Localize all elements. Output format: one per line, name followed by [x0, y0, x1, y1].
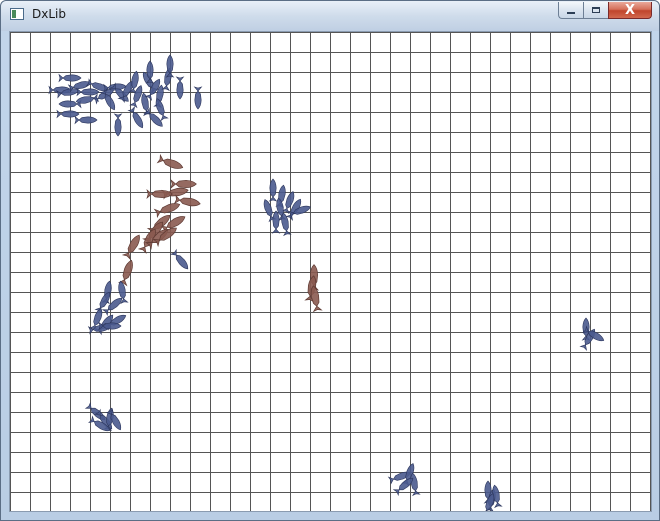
blue-fish: [74, 115, 98, 125]
brown-fish: [170, 178, 197, 190]
blue-fish: [76, 87, 100, 97]
maximize-icon: [592, 7, 600, 13]
grid-lines: [10, 32, 651, 511]
app-icon[interactable]: [10, 8, 24, 20]
blue-fish: [193, 86, 203, 110]
brown-fish: [153, 203, 181, 219]
app-window: DxLib X: [0, 0, 660, 521]
blue-school-bottom-right: [481, 480, 503, 511]
blue-school-right: [579, 317, 605, 351]
blue-fish: [58, 73, 82, 83]
blue-fish: [175, 76, 185, 100]
window-title: DxLib: [32, 7, 66, 21]
game-canvas[interactable]: [9, 31, 652, 512]
blue-school-center: [263, 178, 311, 237]
minimize-button[interactable]: [558, 2, 583, 19]
title-bar[interactable]: DxLib X: [1, 1, 659, 31]
caption-buttons: X: [558, 2, 652, 21]
blue-school-top-left: [48, 54, 203, 137]
blue-school-bottom-center: [387, 463, 421, 497]
brown-school: [117, 153, 201, 287]
fish-layer: [48, 54, 605, 511]
brown-fish-single: [304, 264, 323, 313]
blue-fish: [56, 109, 80, 119]
blue-fish: [271, 210, 281, 234]
brown-fish: [121, 234, 140, 261]
close-icon: X: [624, 2, 636, 18]
maximize-button[interactable]: [583, 2, 608, 19]
close-button[interactable]: X: [608, 2, 652, 19]
blue-school-bottom-left: [84, 401, 122, 432]
blue-fish: [127, 106, 144, 129]
minimize-icon: [567, 11, 575, 14]
blue-fish: [113, 113, 123, 137]
simulation-scene: [10, 32, 651, 511]
